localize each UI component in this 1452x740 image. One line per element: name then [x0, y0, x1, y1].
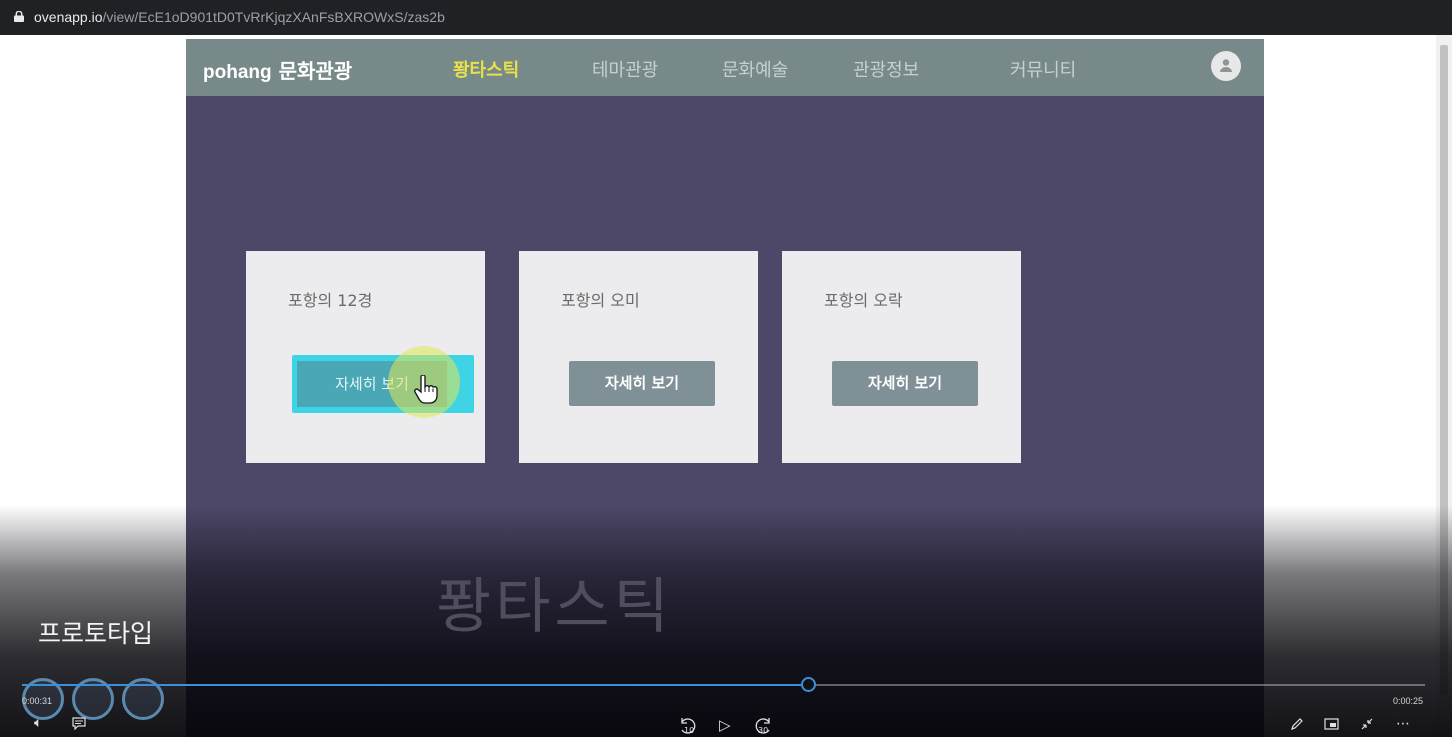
fast-forward-icon: 30 — [755, 718, 770, 735]
card-five-pleasures: 포항의 오락 자세히 보기 — [782, 251, 1021, 463]
url-host: ovenapp.io — [34, 9, 103, 25]
remaining-time: 0:00:25 — [1393, 696, 1424, 706]
nav-item-culture-arts[interactable]: 문화예술 — [722, 56, 788, 82]
site-navbar: pohang 문화관광 퐝타스틱 테마관광 문화예술 관광정보 커뮤니티 — [186, 39, 1264, 96]
card-12-views: 포항의 12경 자세히 보기 — [246, 251, 485, 463]
nav-item-community[interactable]: 커뮤니티 — [1010, 56, 1076, 82]
video-caption: 프로토타입 — [38, 619, 154, 648]
site-logo[interactable]: pohang 문화관광 — [203, 55, 352, 84]
rewind-icon: 10 — [681, 718, 696, 735]
card-title: 포항의 오락 — [824, 291, 903, 310]
details-button[interactable]: 자세히 보기 — [569, 361, 715, 406]
volume-icon[interactable]: 🔈︎ — [34, 715, 42, 731]
more-options-icon[interactable]: ⋯ — [1396, 716, 1410, 732]
url-path: /view/EcE1oD901tD0TvRrKjqzXAnFsBXROWxS/z… — [102, 9, 445, 25]
url-text[interactable]: ovenapp.io/view/EcE1oD901tD0TvRrKjqzXAnF… — [34, 9, 445, 25]
progress-knob[interactable] — [801, 677, 816, 692]
hand-cursor-icon — [414, 375, 438, 404]
nav-item-tour-info[interactable]: 관광정보 — [853, 56, 919, 82]
subtitles-icon[interactable] — [72, 717, 86, 730]
video-overlay — [0, 505, 1452, 737]
lock-icon — [14, 11, 24, 22]
browser-address-bar[interactable]: ovenapp.io/view/EcE1oD901tD0TvRrKjqzXAnF… — [0, 0, 1452, 35]
exit-fullscreen-icon[interactable] — [1360, 717, 1374, 731]
progress-fill — [22, 684, 808, 686]
video-progress-bar[interactable] — [22, 677, 1425, 692]
miniplayer-icon[interactable] — [1324, 718, 1339, 730]
nav-item-pangtastic[interactable]: 퐝타스틱 — [453, 56, 519, 82]
card-title: 포항의 오미 — [561, 291, 640, 310]
skip-forward-label: 30 — [758, 726, 768, 735]
brand-ko: 문화관광 — [278, 59, 353, 83]
card-title: 포항의 12경 — [288, 291, 373, 310]
details-button[interactable]: 자세히 보기 — [832, 361, 978, 406]
play-icon[interactable]: ▷ — [719, 716, 731, 734]
skip-forward-button[interactable]: 30 — [752, 716, 774, 736]
brand-en: pohang — [203, 62, 272, 83]
section-big-title: 퐝타스틱 — [436, 572, 673, 642]
skip-back-label: 10 — [684, 726, 694, 735]
user-avatar-icon[interactable] — [1211, 51, 1241, 81]
pen-icon[interactable] — [1290, 717, 1304, 731]
nav-item-theme-tour[interactable]: 테마관광 — [592, 56, 658, 82]
elapsed-time: 0:00:31 — [22, 696, 53, 706]
card-five-flavors: 포항의 오미 자세히 보기 — [519, 251, 758, 463]
skip-back-button[interactable]: 10 — [677, 716, 699, 736]
